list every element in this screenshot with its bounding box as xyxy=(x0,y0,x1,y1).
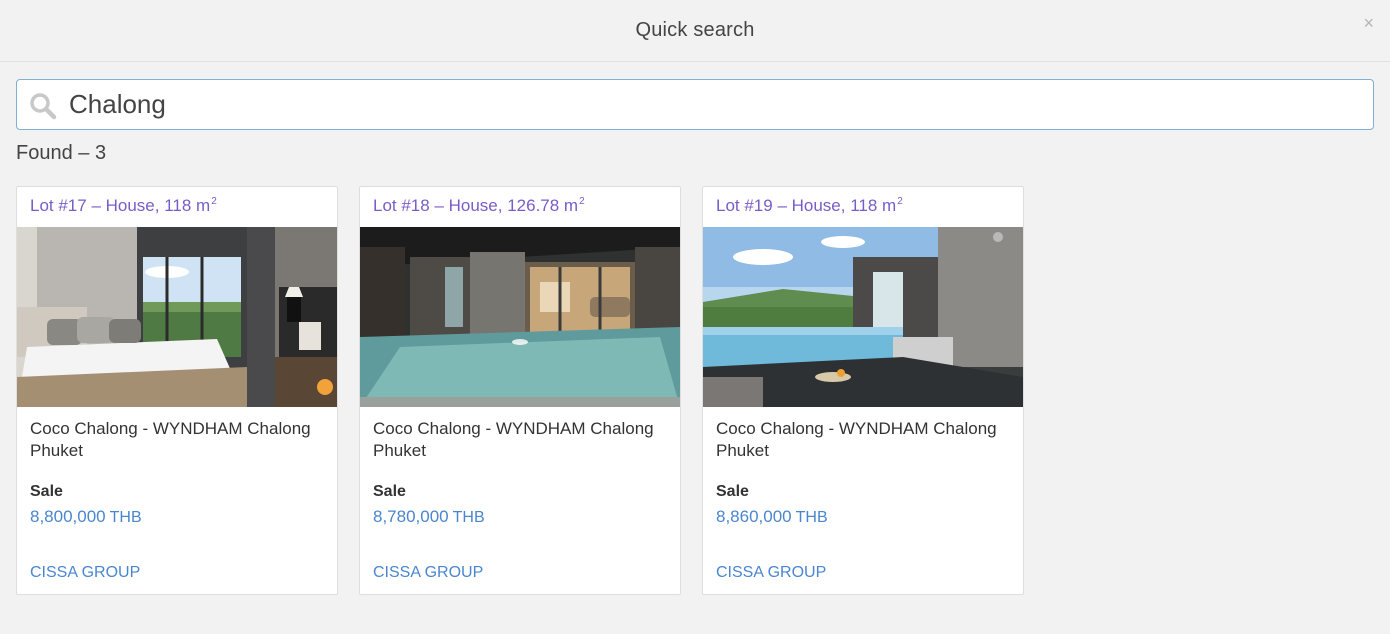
lot-title-link[interactable]: Lot #18 – House, 126.78 m2 xyxy=(373,196,585,216)
price: 8,780,000 THB xyxy=(373,507,485,527)
sale-label: Sale xyxy=(30,483,63,500)
currency: THB xyxy=(452,509,485,526)
unit-superscript: 2 xyxy=(579,196,585,207)
listing-name[interactable]: Coco Chalong - WYNDHAM Chalong Phuket xyxy=(716,418,1012,462)
price: 8,860,000 THB xyxy=(716,507,828,527)
lot-title-text: Lot #19 – House, 118 m xyxy=(716,196,897,215)
currency: THB xyxy=(795,509,828,526)
results-count: Found – 3 xyxy=(16,142,107,164)
unit-superscript: 2 xyxy=(897,196,903,207)
price-value: 8,780,000 xyxy=(373,507,449,526)
search-input[interactable] xyxy=(69,80,1359,129)
listing-card[interactable]: Lot #17 – House, 118 m2 Coco Chalong - W… xyxy=(16,186,338,595)
listing-card[interactable]: Lot #18 – House, 126.78 m2 Coco Chalong … xyxy=(359,186,681,595)
bedroom-photo[interactable] xyxy=(17,227,337,407)
agent-link[interactable]: CISSA GROUP xyxy=(30,564,140,582)
modal-header: Quick search × xyxy=(0,0,1390,62)
unit-superscript: 2 xyxy=(211,196,217,207)
lot-title-text: Lot #18 – House, 126.78 m xyxy=(373,196,579,215)
search-box[interactable] xyxy=(16,79,1374,130)
lot-title-link[interactable]: Lot #17 – House, 118 m2 xyxy=(30,196,217,216)
sale-label: Sale xyxy=(716,483,749,500)
price-value: 8,860,000 xyxy=(716,507,792,526)
lot-title-link[interactable]: Lot #19 – House, 118 m2 xyxy=(716,196,903,216)
listing-card[interactable]: Lot #19 – House, 118 m2 Coco Chalong - W… xyxy=(702,186,1024,595)
search-icon xyxy=(29,92,57,120)
close-button[interactable]: × xyxy=(1363,14,1374,32)
modal-title: Quick search xyxy=(635,19,755,41)
night-pool-photo[interactable] xyxy=(360,227,680,407)
sale-label: Sale xyxy=(373,483,406,500)
day-pool-photo[interactable] xyxy=(703,227,1023,407)
agent-link[interactable]: CISSA GROUP xyxy=(716,564,826,582)
agent-link[interactable]: CISSA GROUP xyxy=(373,564,483,582)
listing-name[interactable]: Coco Chalong - WYNDHAM Chalong Phuket xyxy=(30,418,326,462)
lot-title-text: Lot #17 – House, 118 m xyxy=(30,196,211,215)
price-value: 8,800,000 xyxy=(30,507,106,526)
currency: THB xyxy=(109,509,142,526)
listing-name[interactable]: Coco Chalong - WYNDHAM Chalong Phuket xyxy=(373,418,669,462)
price: 8,800,000 THB xyxy=(30,507,142,527)
